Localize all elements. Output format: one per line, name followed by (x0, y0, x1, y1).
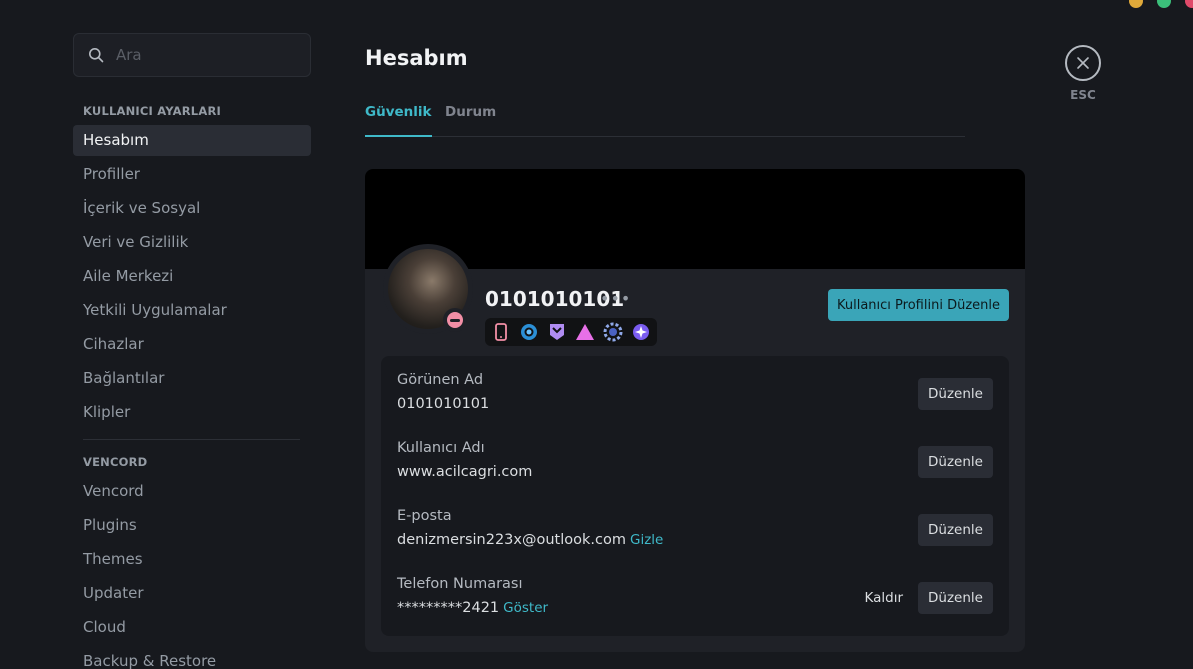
sidebar-item-vencord[interactable]: Vencord (73, 476, 311, 507)
display-name-value: 0101010101 (397, 396, 490, 412)
email-row: E-posta denizmersin223x@outlook.com Gizle… (397, 508, 993, 568)
gear-badge-icon[interactable] (601, 320, 625, 344)
sidebar-item-baglantilar[interactable]: Bağlantılar (73, 363, 311, 394)
sidebar-item-updater[interactable]: Updater (73, 578, 311, 609)
account-info-panel: Görünen Ad 0101010101 Düzenle Kullanıcı … (381, 356, 1009, 636)
sidebar-item-cihazlar[interactable]: Cihazlar (73, 329, 311, 360)
vencord-header: VENCORD (83, 455, 148, 469)
sidebar-item-plugins[interactable]: Plugins (73, 510, 311, 541)
window-maximize-dot[interactable] (1157, 0, 1171, 8)
sidebar-item-yetkili-uygulamalar[interactable]: Yetkili Uygulamalar (73, 295, 311, 326)
page-title: Hesabım (365, 46, 468, 70)
edit-display-name-button[interactable]: Düzenle (918, 378, 993, 410)
sidebar-item-profiller[interactable]: Profiller (73, 159, 311, 190)
dnd-status-icon (443, 308, 467, 332)
profile-banner (365, 169, 1025, 269)
phone-value-wrap: *********2421 Göster (397, 600, 548, 616)
close-icon (1077, 57, 1089, 69)
quest-badge-icon[interactable] (629, 320, 653, 344)
phone-badge-icon[interactable] (489, 320, 513, 344)
sidebar-item-hesabim[interactable]: Hesabım (73, 125, 311, 156)
display-name-label: Görünen Ad (397, 372, 484, 388)
more-options-icon[interactable]: ••• (600, 289, 631, 308)
hide-email-link[interactable]: Gizle (630, 532, 663, 548)
remove-phone-button[interactable]: Kaldır (864, 582, 903, 614)
window-minimize-dot[interactable] (1129, 0, 1143, 8)
username-row: Kullanıcı Adı www.acilcagri.com Düzenle (397, 440, 993, 500)
search-icon (89, 48, 104, 63)
close-button[interactable] (1065, 45, 1101, 81)
sidebar-item-cloud[interactable]: Cloud (73, 612, 311, 643)
sidebar-item-klipler[interactable]: Klipler (73, 397, 311, 428)
edit-username-button[interactable]: Düzenle (918, 446, 993, 478)
sidebar-divider (83, 439, 300, 440)
esc-label: ESC (1070, 88, 1096, 102)
edit-email-button[interactable]: Düzenle (918, 514, 993, 546)
phone-label: Telefon Numarası (397, 576, 523, 592)
username-label: Kullanıcı Adı (397, 440, 485, 456)
username-value: www.acilcagri.com (397, 464, 533, 480)
email-value: denizmersin223x@outlook.com (397, 532, 626, 548)
phone-row: Telefon Numarası *********2421 Göster Kal… (397, 576, 993, 636)
edit-phone-button[interactable]: Düzenle (918, 582, 993, 614)
display-name-row: Görünen Ad 0101010101 Düzenle (397, 372, 993, 432)
edit-user-profile-button[interactable]: Kullanıcı Profilini Düzenle (828, 289, 1009, 321)
badge-list (485, 318, 657, 346)
tab-guvenlik[interactable]: Güvenlik (365, 104, 432, 137)
settings-sidebar: KULLANICI AYARLARI Hesabım Profiller İçe… (0, 0, 330, 669)
sidebar-item-backup-restore[interactable]: Backup & Restore (73, 646, 311, 669)
phone-value: *********2421 (397, 600, 500, 616)
triangle-badge-icon[interactable] (573, 320, 597, 344)
show-phone-link[interactable]: Göster (503, 600, 548, 616)
account-card: 0101010101 ••• Kullanıcı Profilini Düzen… (365, 169, 1025, 652)
nitro-badge-icon[interactable] (545, 320, 569, 344)
hypesquad-badge-icon[interactable] (517, 320, 541, 344)
search-box[interactable] (73, 33, 311, 77)
close-control: ESC (1065, 45, 1101, 102)
tab-bar: Güvenlik Durum (365, 104, 965, 137)
user-settings-header: KULLANICI AYARLARI (83, 104, 221, 118)
tab-durum[interactable]: Durum (445, 104, 496, 137)
sidebar-item-aile-merkezi[interactable]: Aile Merkezi (73, 261, 311, 292)
sidebar-item-themes[interactable]: Themes (73, 544, 311, 575)
email-value-wrap: denizmersin223x@outlook.com Gizle (397, 532, 663, 548)
sidebar-item-veri-gizlilik[interactable]: Veri ve Gizlilik (73, 227, 311, 258)
email-label: E-posta (397, 508, 452, 524)
sidebar-item-icerik-sosyal[interactable]: İçerik ve Sosyal (73, 193, 311, 224)
search-input[interactable] (116, 46, 286, 64)
window-close-dot[interactable] (1185, 0, 1193, 8)
